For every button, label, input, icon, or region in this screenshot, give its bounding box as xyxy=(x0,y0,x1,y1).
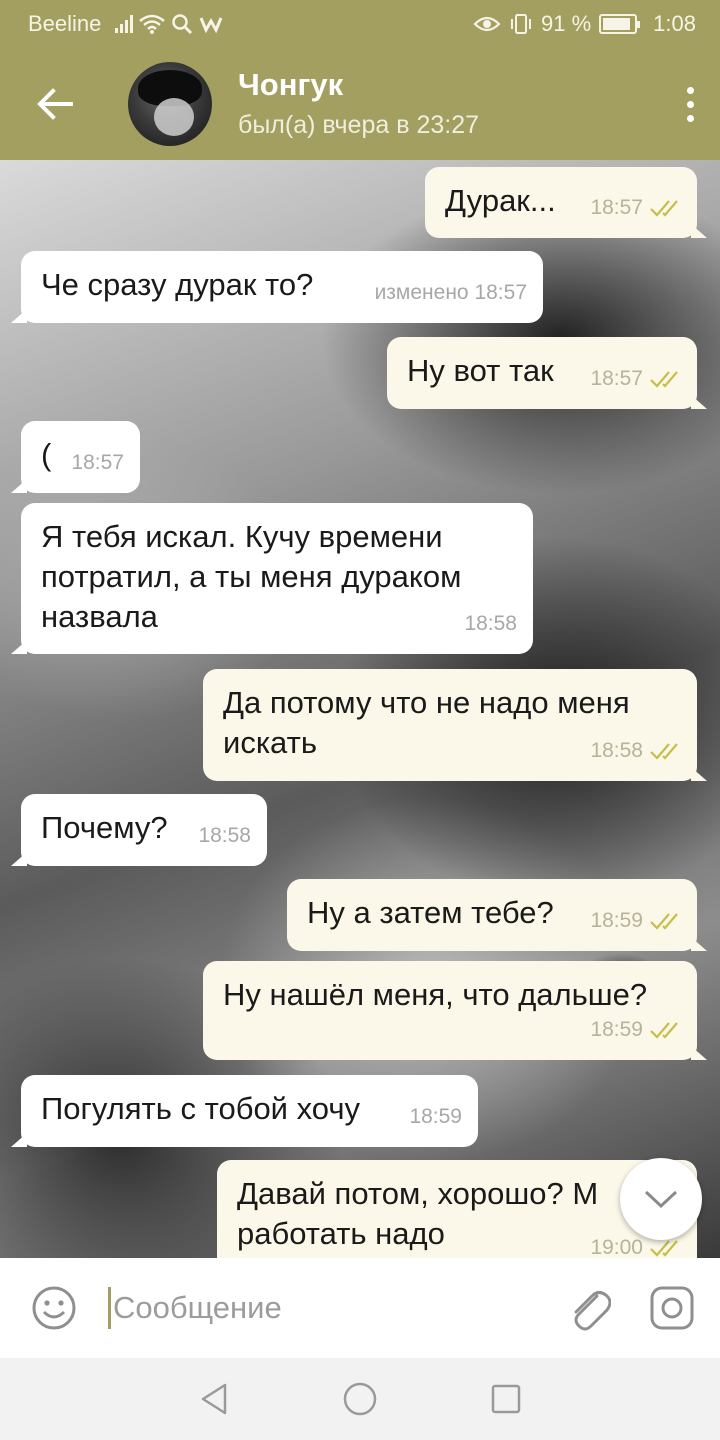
camera-button[interactable] xyxy=(624,1258,720,1358)
message-text: Дурак... xyxy=(445,183,556,218)
message-time: изменено 18:57 xyxy=(374,281,527,304)
message-time: 18:57 xyxy=(71,451,124,474)
arrow-left-icon xyxy=(37,88,73,120)
message-input[interactable] xyxy=(113,1290,533,1326)
battery-icon xyxy=(599,14,641,34)
message-time: 18:58 xyxy=(590,739,643,762)
more-vert-icon[interactable] xyxy=(660,48,720,160)
message-bubble-outgoing[interactable]: Да потому что не надо меня искать 18:58 xyxy=(203,669,707,781)
smiley-icon xyxy=(32,1286,76,1330)
message-time: 18:59 xyxy=(590,909,643,932)
message-text: Почему? xyxy=(41,810,168,845)
message-time: 18:58 xyxy=(464,612,517,635)
message-text: Давай потом, хорошо? М работать надо xyxy=(237,1176,599,1251)
message-text: Ну нашёл меня, что дальше? xyxy=(223,977,648,1012)
message-time: 18:59 xyxy=(409,1105,462,1128)
emoji-button[interactable] xyxy=(0,1258,108,1358)
signal-icon xyxy=(115,15,134,33)
message-text: Ну вот так xyxy=(407,353,554,388)
attach-button[interactable] xyxy=(554,1258,624,1358)
double-check-icon xyxy=(650,200,678,217)
wifi-icon xyxy=(139,14,166,34)
chevron-down-icon xyxy=(644,1190,678,1209)
square-recents-icon xyxy=(491,1384,521,1414)
message-time: 18:57 xyxy=(590,367,643,390)
text-cursor xyxy=(108,1287,111,1329)
back-button[interactable] xyxy=(0,48,110,160)
clock: 1:08 xyxy=(653,11,696,36)
status-bar: Beeline 91 % 1:08 xyxy=(0,0,720,48)
message-time: 18:59 xyxy=(590,1018,643,1041)
message-text: ( xyxy=(41,437,52,472)
avatar[interactable] xyxy=(128,62,212,146)
message-text: Да потому что не надо меня искать xyxy=(223,685,630,760)
message-time: 19:00 xyxy=(590,1236,643,1258)
carrier-label: Beeline xyxy=(28,11,102,36)
message-time: 18:58 xyxy=(198,824,251,847)
triangle-back-icon xyxy=(201,1383,227,1415)
message-text: Ну а затем тебе? xyxy=(307,895,554,930)
message-time: 18:57 xyxy=(590,196,643,219)
battery-percent: 91 % xyxy=(541,11,592,36)
double-check-icon xyxy=(650,371,678,388)
message-bubble-outgoing[interactable]: Дурак... 18:57 xyxy=(425,167,707,238)
message-bubble-incoming[interactable]: ( 18:57 xyxy=(11,421,140,493)
message-bubble-incoming[interactable]: Погулять с тобой хочу 18:59 xyxy=(11,1075,478,1147)
message-bubble-outgoing[interactable]: Ну нашёл меня, что дальше? 18:59 xyxy=(203,961,707,1060)
camera-icon xyxy=(650,1286,694,1330)
circle-home-icon xyxy=(343,1382,377,1416)
message-list[interactable]: Дурак... 18:57 Че сразу дурак то? измене… xyxy=(0,160,720,1258)
chat-header: Чонгук был(а) вчера в 23:27 xyxy=(0,48,720,160)
composer xyxy=(0,1258,720,1358)
contact-status: был(а) вчера в 23:27 xyxy=(238,111,480,139)
contact-info[interactable]: Чонгук был(а) вчера в 23:27 xyxy=(238,66,660,142)
double-check-icon xyxy=(650,1022,678,1039)
search-icon xyxy=(172,14,193,35)
eye-icon xyxy=(473,16,501,32)
message-text: Я тебя искал. Кучу времени потратил, а т… xyxy=(41,519,462,634)
nav-home-button[interactable] xyxy=(342,1381,378,1417)
nav-back-button[interactable] xyxy=(198,1382,230,1416)
message-input-wrapper xyxy=(108,1258,554,1358)
double-check-icon xyxy=(650,1240,678,1257)
vibrate-icon xyxy=(511,14,532,34)
message-text: Погулять с тобой хочу xyxy=(41,1091,360,1126)
app-w-icon xyxy=(200,17,223,33)
contact-name: Чонгук xyxy=(238,67,344,102)
message-text: Че сразу дурак то? xyxy=(41,267,314,302)
system-nav-bar xyxy=(0,1358,720,1440)
message-bubble-incoming[interactable]: Я тебя искал. Кучу времени потратил, а т… xyxy=(11,503,533,654)
message-bubble-outgoing[interactable]: Ну а затем тебе? 18:59 xyxy=(287,879,707,951)
double-check-icon xyxy=(650,743,678,760)
nav-recents-button[interactable] xyxy=(490,1383,522,1415)
message-bubble-outgoing[interactable]: Ну вот так 18:57 xyxy=(387,337,707,409)
scroll-to-bottom-button[interactable] xyxy=(620,1158,702,1240)
double-check-icon xyxy=(650,913,678,930)
paperclip-icon xyxy=(574,1291,611,1331)
message-bubble-incoming[interactable]: Че сразу дурак то? изменено 18:57 xyxy=(11,251,543,323)
message-bubble-incoming[interactable]: Почему? 18:58 xyxy=(11,794,267,866)
